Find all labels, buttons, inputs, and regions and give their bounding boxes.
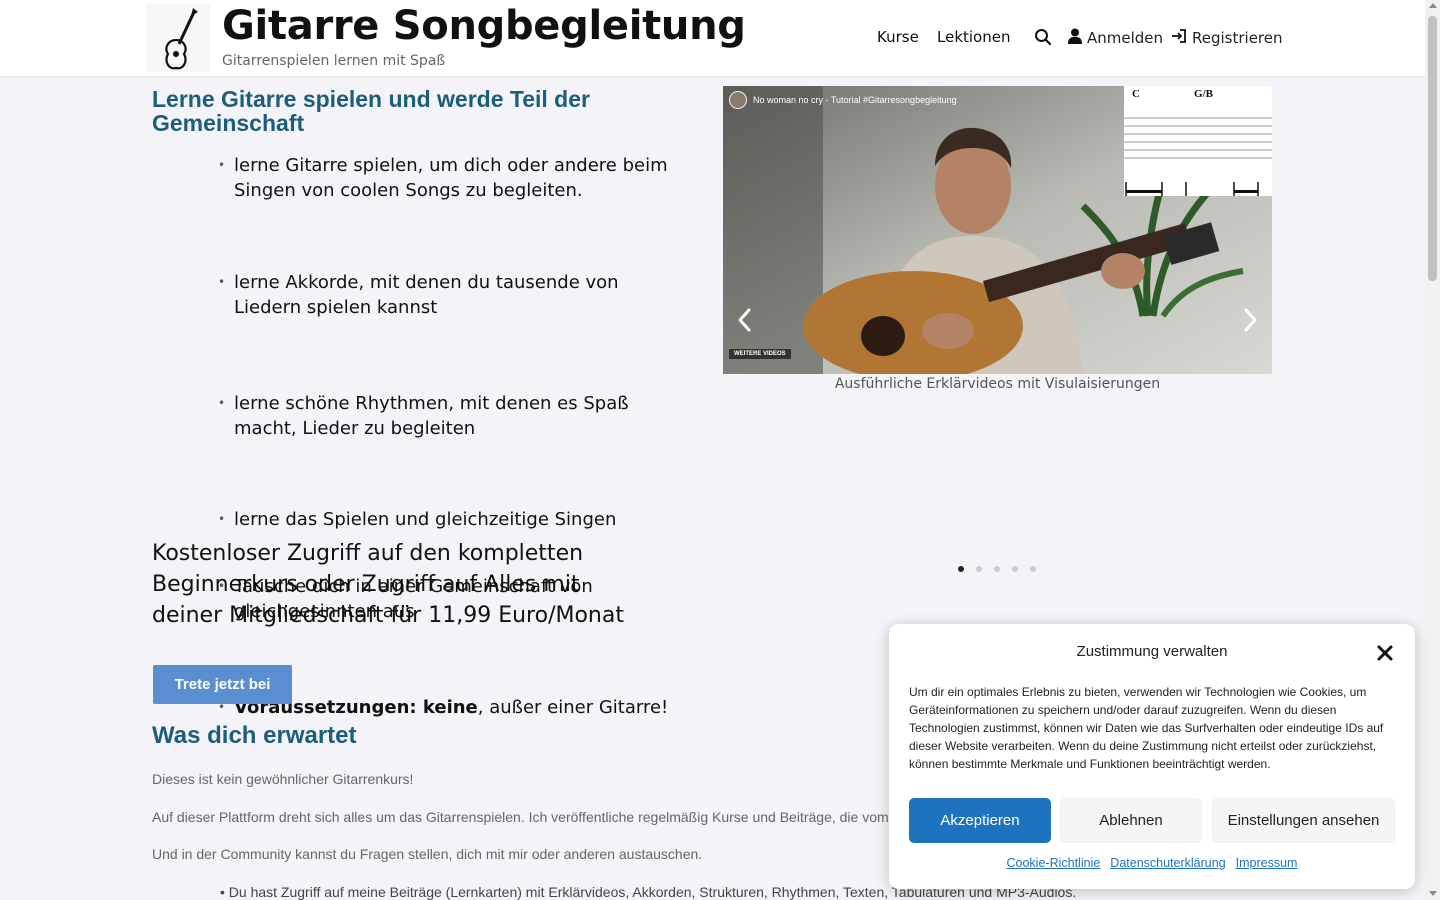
site-header: Gitarre Songbegleitung Gitarrenspielen l… <box>0 0 1425 76</box>
channel-avatar[interactable] <box>729 91 747 109</box>
video-title[interactable]: No woman no cry - Tutorial #Gitarresongb… <box>753 95 957 105</box>
chord-label-gb: G/B <box>1194 88 1214 100</box>
carousel-dot[interactable] <box>976 566 982 572</box>
site-tagline: Gitarrenspielen lernen mit Spaß <box>222 53 446 69</box>
video-caption: Ausführliche Erklärvideos mit Visulaisie… <box>834 376 1161 392</box>
cookie-title: Zustimmung verwalten <box>1076 643 1228 660</box>
copy-link-icon[interactable] <box>1237 92 1249 104</box>
imprint-link[interactable]: Impressum <box>1236 856 1298 870</box>
feature-item: lerne Akkorde, mit denen du tausende von… <box>218 270 683 320</box>
register-label: Registrieren <box>1192 29 1283 47</box>
feature-item: lerne das Spielen und gleichzeitige Sing… <box>218 507 683 532</box>
carousel-dot[interactable] <box>1030 566 1036 572</box>
site-title[interactable]: Gitarre Songbegleitung <box>222 3 746 49</box>
register-link[interactable]: Registrieren <box>1171 28 1283 48</box>
feature-list: lerne Gitarre spielen, um dich oder ande… <box>218 153 683 720</box>
section-paragraph: Dieses ist kein gewöhnlicher Gitarrenkur… <box>152 771 414 787</box>
section-heading: Was dich erwartet <box>152 722 357 749</box>
carousel-dots <box>958 566 1036 572</box>
section-paragraph: Auf dieser Plattform dreht sich alles um… <box>152 809 889 825</box>
chord-tab-overlay: C G/B <box>1124 86 1272 196</box>
login-link[interactable]: Anmelden <box>1068 28 1163 48</box>
close-icon[interactable] <box>1375 643 1395 663</box>
nav-lektionen[interactable]: Lektionen <box>937 28 1010 46</box>
guitar-logo[interactable] <box>146 4 210 72</box>
more-videos-button[interactable]: WEITERE VIDEOS <box>729 349 791 359</box>
feature-item: lerne schöne Rhythmen, mit denen es Spaß… <box>218 391 683 441</box>
page-scrollbar[interactable] <box>1425 0 1440 900</box>
user-icon <box>1068 28 1082 48</box>
scroll-up-arrow[interactable] <box>1429 3 1437 8</box>
feature-item: lerne Gitarre spielen, um dich oder ande… <box>218 153 683 203</box>
section-paragraph: Und in der Community kannst du Fragen st… <box>152 846 703 862</box>
prerequisite-rest: , außer einer Gitarre! <box>477 697 669 718</box>
cookie-policy-link[interactable]: Cookie-Richtlinie <box>1007 856 1101 870</box>
login-label: Anmelden <box>1087 29 1164 47</box>
carousel-prev-icon[interactable] <box>734 306 756 334</box>
chord-label-c: C <box>1132 88 1140 100</box>
carousel-dot[interactable] <box>994 566 1000 572</box>
cookie-links: Cookie-Richtlinie Datenschuterklärung Im… <box>889 856 1415 870</box>
join-button[interactable]: Trete jetzt bei <box>153 665 292 704</box>
sign-in-icon <box>1171 28 1187 48</box>
cookie-consent-dialog: Zustimmung verwalten Um dir ein optimale… <box>889 624 1415 889</box>
cookie-text: Um dir ein optimales Erlebnis zu bieten,… <box>909 685 1384 771</box>
scroll-thumb[interactable] <box>1428 16 1437 281</box>
scroll-down-arrow[interactable] <box>1429 891 1437 896</box>
hero-heading: Lerne Gitarre spielen und werde Teil der… <box>152 86 590 136</box>
video-player[interactable]: C G/B No woman no cry - Tutorial #Gitarr… <box>723 86 1272 374</box>
offer-text: Kostenloser Zugriff auf den kompletten B… <box>152 541 624 628</box>
carousel-dot[interactable] <box>1012 566 1018 572</box>
privacy-policy-link[interactable]: Datenschuterklärung <box>1110 856 1225 870</box>
view-settings-button[interactable]: Einstellungen ansehen <box>1212 798 1395 843</box>
nav-kurse[interactable]: Kurse <box>877 28 919 46</box>
carousel-next-icon[interactable] <box>1239 306 1261 334</box>
search-icon[interactable] <box>1034 28 1054 48</box>
deny-button[interactable]: Ablehnen <box>1060 798 1202 843</box>
accept-button[interactable]: Akzeptieren <box>909 798 1051 843</box>
carousel-dot[interactable] <box>958 566 964 572</box>
